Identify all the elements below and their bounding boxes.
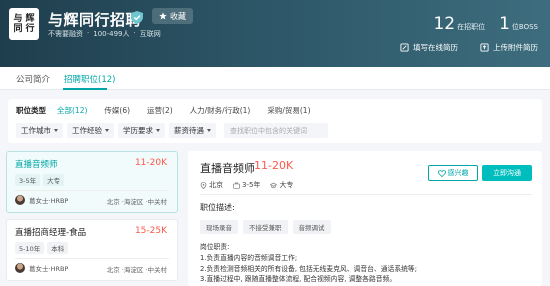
tab-company-intro[interactable]: 公司简介 xyxy=(16,73,50,85)
job-detail-panel: 直播音频师 11-20K 北京 3-5年 大专 感兴趣 立即沟通 职位描述: 现… xyxy=(188,151,542,286)
upload-resume-link[interactable]: 上传附件简历 xyxy=(480,42,538,53)
funding-stage: 不需要融资 xyxy=(48,30,83,38)
chevron-down-icon xyxy=(105,129,109,132)
experience-tag: 5-10年 xyxy=(15,242,45,254)
detail-requirements: 北京 3-5年 大专 xyxy=(200,180,293,190)
detail-job-title: 直播音频师 xyxy=(200,162,255,175)
company-name: 与辉同行招聘 xyxy=(48,11,142,29)
experience-tag: 3-5年 xyxy=(15,174,41,186)
keyword-tag: 音频调试 xyxy=(292,220,331,234)
interested-button[interactable]: 感兴趣 xyxy=(428,165,478,181)
briefcase-icon xyxy=(233,182,240,189)
filter-option-hr-finance[interactable]: 人力/财务/行政(1) xyxy=(190,105,251,116)
job-description-text: 岗位职责: 1.负责直播内容的音频调音工作; 2.负责检测音频相关的所有设备, … xyxy=(200,243,418,284)
job-description-heading: 职位描述: xyxy=(200,203,235,212)
job-card[interactable]: 直播音频师 11-20K 3-5年 大专 葛女士·HRBP 北京 ·海淀区 ·中… xyxy=(6,151,178,213)
chat-now-button[interactable]: 立即沟通 xyxy=(482,165,532,181)
filter-option-all[interactable]: 全部(12) xyxy=(57,105,87,116)
chevron-down-icon xyxy=(207,129,211,132)
job-salary: 11-20K xyxy=(134,158,167,168)
recruiter: 葛女士·HRBP xyxy=(15,263,68,273)
company-stats: 12 在招职位 1 位BOSS xyxy=(433,14,538,34)
job-title: 直播音频师 xyxy=(15,160,58,170)
job-title: 直播招商经理-食品 xyxy=(15,228,87,238)
company-tabs: 公司简介 招聘职位(12) xyxy=(0,67,550,90)
chevron-down-icon xyxy=(54,129,58,132)
divider xyxy=(15,258,169,259)
company-size: 100-499人 xyxy=(93,30,130,38)
divider xyxy=(15,190,169,191)
filter-option-operations[interactable]: 运营(2) xyxy=(147,105,173,116)
upload-icon xyxy=(480,43,489,52)
edit-icon xyxy=(400,43,409,52)
chevron-down-icon xyxy=(156,129,160,132)
keyword-tag: 不接受兼职 xyxy=(243,220,288,234)
heart-icon xyxy=(437,169,446,177)
job-location: 北京 ·海淀区 ·中关村 xyxy=(106,266,167,274)
industry: 互联网 xyxy=(139,30,161,38)
online-resume-link[interactable]: 填写在线简历 xyxy=(400,42,458,53)
education-tag: 本科 xyxy=(47,242,69,254)
experience-info: 3-5年 xyxy=(233,180,260,190)
keyword-search-input[interactable]: 查找职位中包含的关键词 xyxy=(224,123,328,138)
collect-label: 收藏 xyxy=(170,11,186,21)
company-meta: 不需要融资 · 100-499人 · 互联网 xyxy=(48,29,161,38)
stat-boss-count[interactable]: 1 位BOSS xyxy=(499,14,538,34)
job-card[interactable]: 直播招商经理-食品 15-25K 5-10年 本科 葛女士·HRBP 北京 ·海… xyxy=(6,219,178,281)
salary-dropdown[interactable]: 薪资待遇 xyxy=(169,123,216,138)
job-salary: 15-25K xyxy=(134,226,167,236)
detail-salary: 11-20K xyxy=(254,159,294,172)
verified-shield-icon xyxy=(131,11,143,24)
location-icon xyxy=(200,181,207,189)
education-dropdown[interactable]: 学历要求 xyxy=(118,123,165,138)
company-logo: 与辉 同行 xyxy=(9,8,39,40)
divider xyxy=(200,194,532,195)
job-location: 北京 ·海淀区 ·中关村 xyxy=(106,198,167,206)
education-info: 大专 xyxy=(270,180,293,190)
collect-button[interactable]: 收藏 xyxy=(152,8,193,24)
active-tab-indicator xyxy=(63,88,107,90)
filter-option-media[interactable]: 传媒(6) xyxy=(104,105,130,116)
filter-title: 职位类型 xyxy=(16,106,46,115)
company-header: 与辉 同行 与辉同行招聘 收藏 不需要融资 · 100-499人 · 互联网 1… xyxy=(0,0,550,67)
tab-job-openings[interactable]: 招聘职位(12) xyxy=(64,73,115,85)
experience-dropdown[interactable]: 工作经验 xyxy=(67,123,114,138)
stat-open-jobs[interactable]: 12 在招职位 xyxy=(433,14,485,34)
avatar xyxy=(15,263,25,273)
star-icon xyxy=(159,12,167,20)
resume-actions: 填写在线简历 上传附件简历 xyxy=(400,42,538,53)
keyword-tag: 现场录音 xyxy=(200,220,238,234)
city-dropdown[interactable]: 工作城市 xyxy=(16,123,63,138)
keyword-tags: 现场录音 不接受兼职 音频调试 xyxy=(200,220,331,234)
location-info: 北京 xyxy=(200,180,223,190)
job-filter-panel: 职位类型 全部(12) 传媒(6) 运营(2) 人力/财务/行政(1) 采购/贸… xyxy=(8,99,542,143)
filter-option-procurement[interactable]: 采购/贸易(1) xyxy=(267,105,310,116)
education-tag: 大专 xyxy=(43,174,65,186)
avatar xyxy=(15,195,25,205)
recruiter: 葛女士·HRBP xyxy=(15,195,68,205)
education-icon xyxy=(270,182,278,188)
